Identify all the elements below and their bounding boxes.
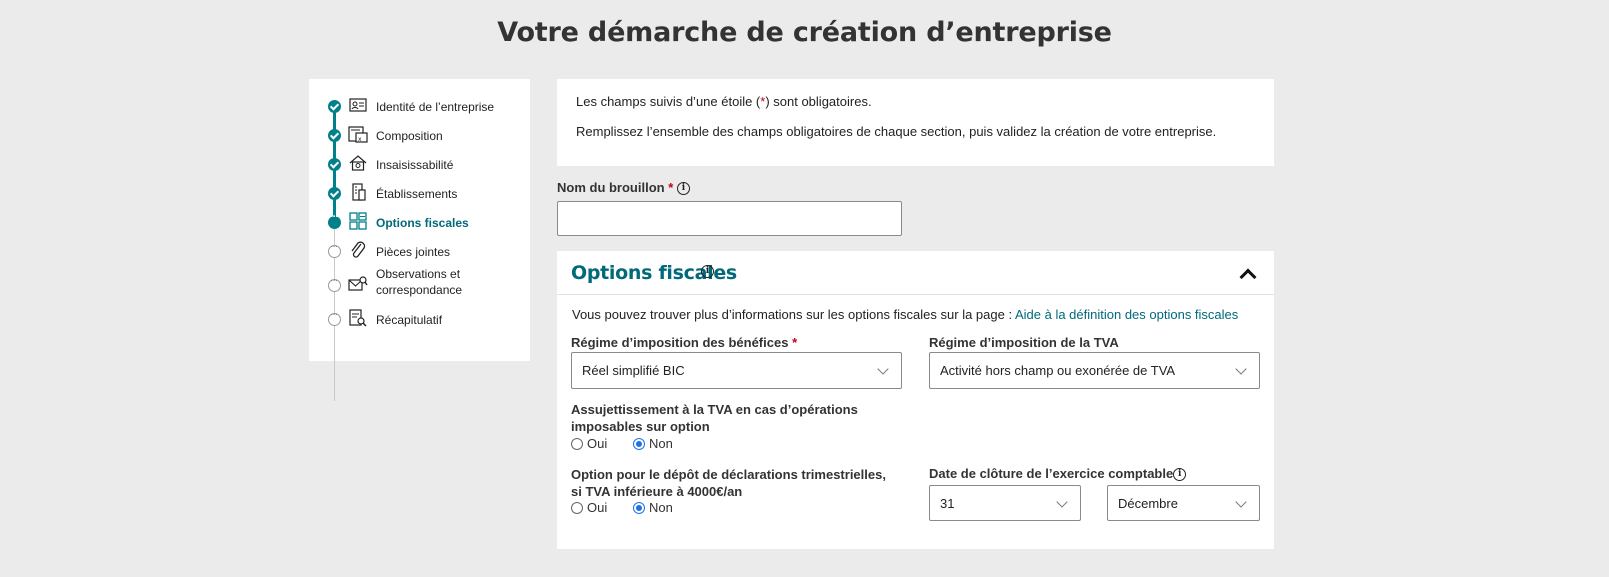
benefits-regime-label: Régime d’imposition des bénéfices * bbox=[571, 335, 797, 350]
step-label: Options fiscales bbox=[376, 216, 469, 230]
step-todo-dots-icon bbox=[328, 275, 341, 292]
closing-day-select[interactable]: 31 bbox=[929, 485, 1081, 521]
paperclip-icon bbox=[348, 240, 368, 260]
label-line: imposables sur option bbox=[571, 419, 710, 434]
radio-button[interactable] bbox=[571, 437, 583, 450]
step-done-check-icon bbox=[328, 187, 341, 200]
required-star: * bbox=[668, 180, 674, 195]
building-icon bbox=[348, 182, 368, 202]
step-options-fiscales[interactable]: Options fiscales bbox=[309, 210, 530, 234]
chevron-down-icon bbox=[1235, 363, 1247, 375]
step-composition[interactable]: x Composition bbox=[309, 123, 530, 147]
help-link[interactable]: Aide à la définition des options fiscale… bbox=[1015, 307, 1238, 322]
info-icon[interactable]: i bbox=[701, 265, 714, 278]
selected-value: Activité hors champ ou exonérée de TVA bbox=[940, 363, 1176, 378]
radio-label: Non bbox=[649, 436, 673, 451]
section-intro: Vous pouvez trouver plus d’informations … bbox=[572, 307, 1238, 322]
radio-button-checked[interactable] bbox=[633, 501, 645, 514]
id-card-icon bbox=[348, 95, 368, 115]
page-title: Votre démarche de création d’entreprise bbox=[497, 17, 1112, 48]
step-recapitulatif[interactable]: Récapitulatif bbox=[309, 307, 530, 331]
step-insaisissabilite[interactable]: Insaisissabilité bbox=[309, 152, 530, 176]
radio-label: Non bbox=[649, 500, 673, 515]
step-done-check-icon bbox=[328, 158, 341, 171]
required-star: * bbox=[792, 335, 798, 350]
step-label: Récapitulatif bbox=[376, 313, 443, 327]
step-done-check-icon bbox=[328, 129, 341, 142]
vat-regime-label: Régime d’imposition de la TVA bbox=[929, 335, 1119, 350]
instructions-text: Remplissez l’ensemble des champs obligat… bbox=[576, 124, 1217, 139]
step-pieces-jointes[interactable]: Pièces jointes bbox=[309, 239, 530, 263]
closing-date-label: Date de clôture de l’exercice comptable i bbox=[929, 466, 1187, 482]
label-line: Assujettissement à la TVA en cas d’opéra… bbox=[571, 402, 858, 417]
vat-option-oui-radio[interactable]: Oui bbox=[571, 436, 607, 451]
radio-label: Oui bbox=[587, 500, 608, 515]
radio-label: Oui bbox=[587, 436, 608, 451]
radio-button-checked[interactable] bbox=[633, 437, 645, 450]
step-label: Identité de l’entreprise bbox=[376, 100, 495, 114]
step-todo-dots-icon bbox=[328, 309, 341, 326]
people-document-icon: x bbox=[348, 124, 368, 144]
grid-options-icon bbox=[348, 211, 368, 231]
step-etablissements[interactable]: Établissements bbox=[309, 181, 530, 205]
intro-text: Vous pouvez trouver plus d’informations … bbox=[572, 307, 1015, 322]
chevron-down-icon bbox=[877, 363, 889, 375]
step-identite[interactable]: Identité de l’entreprise bbox=[309, 94, 530, 118]
info-icon[interactable]: i bbox=[676, 182, 690, 196]
draft-name-input[interactable] bbox=[557, 201, 902, 236]
selected-value: Réel simplifié BIC bbox=[582, 363, 685, 378]
closing-month-select[interactable]: Décembre bbox=[1107, 485, 1260, 521]
label-line: Option pour le dépôt de déclarations tri… bbox=[571, 467, 886, 482]
vat-option-non-radio[interactable]: Non bbox=[633, 436, 673, 451]
collapse-chevron-up-icon[interactable] bbox=[1237, 265, 1257, 283]
radio-button[interactable] bbox=[571, 501, 583, 514]
notice-text-suffix: ) sont obligatoires. bbox=[765, 94, 872, 109]
step-current-dots-icon bbox=[328, 211, 341, 229]
svg-text:x: x bbox=[358, 136, 362, 143]
step-observations[interactable]: Observations et correspondance bbox=[309, 265, 530, 305]
info-icon[interactable]: i bbox=[1173, 468, 1187, 482]
steps-navigation: Identité de l’entreprise x Composition I… bbox=[309, 79, 530, 401]
step-label: Composition bbox=[376, 129, 443, 143]
step-label: Observations et correspondance bbox=[376, 267, 463, 297]
draft-name-label-text: Nom du brouillon bbox=[557, 180, 665, 195]
chevron-down-icon bbox=[1056, 496, 1068, 508]
benefits-regime-label-text: Régime d’imposition des bénéfices bbox=[571, 335, 789, 350]
section-header[interactable]: Options fiscales i bbox=[557, 251, 1274, 295]
step-todo-dots-icon bbox=[328, 241, 341, 258]
chevron-down-icon bbox=[1235, 496, 1247, 508]
benefits-regime-select[interactable]: Réel simplifié BIC bbox=[571, 352, 902, 389]
required-fields-notice: Les champs suivis d’une étoile (*) sont … bbox=[557, 79, 1274, 166]
selected-value: Décembre bbox=[1118, 496, 1178, 511]
step-label: Établissements bbox=[376, 187, 458, 201]
vat-option-label: Assujettissement à la TVA en cas d’opéra… bbox=[571, 401, 858, 435]
draft-name-label: Nom du brouillon * i bbox=[557, 180, 690, 196]
house-icon bbox=[348, 153, 368, 173]
step-done-check-icon bbox=[328, 100, 341, 113]
notice-text-prefix: Les champs suivis d’une étoile ( bbox=[576, 94, 761, 109]
document-search-icon bbox=[348, 308, 368, 328]
label-line: si TVA inférieure à 4000€/an bbox=[571, 484, 743, 499]
mail-search-icon bbox=[348, 274, 368, 294]
quarterly-oui-radio[interactable]: Oui bbox=[571, 500, 607, 515]
fiscal-options-section: Options fiscales i Vous pouvez trouver p… bbox=[557, 251, 1274, 549]
closing-date-label-text: Date de clôture de l’exercice comptable bbox=[929, 466, 1174, 481]
quarterly-non-radio[interactable]: Non bbox=[633, 500, 673, 515]
step-label: Insaisissabilité bbox=[376, 158, 454, 172]
selected-value: 31 bbox=[940, 496, 955, 511]
vat-regime-select[interactable]: Activité hors champ ou exonérée de TVA bbox=[929, 352, 1260, 389]
required-fields-text: Les champs suivis d’une étoile (*) sont … bbox=[576, 94, 872, 109]
quarterly-option-label: Option pour le dépôt de déclarations tri… bbox=[571, 466, 886, 500]
step-label: Pièces jointes bbox=[376, 245, 451, 259]
